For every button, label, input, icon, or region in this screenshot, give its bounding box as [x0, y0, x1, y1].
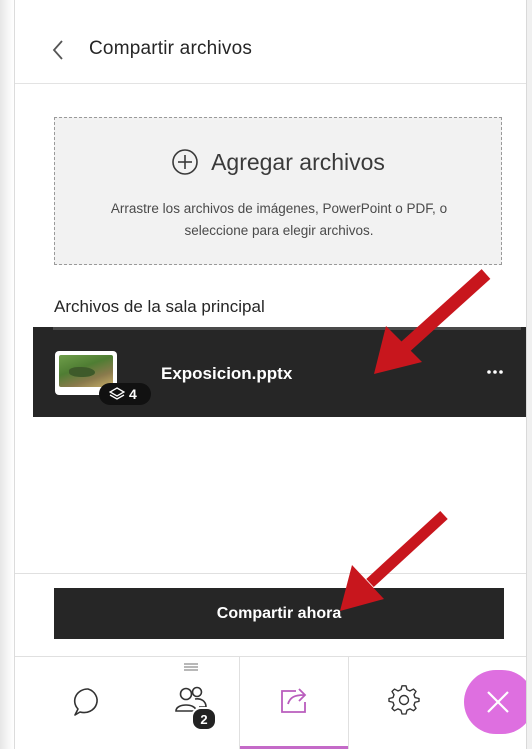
share-files-panel: Compartir archivos Agregar archivos Arra… — [14, 0, 532, 749]
nav-settings-button[interactable] — [349, 657, 459, 749]
thumbnail-image — [59, 355, 113, 387]
layers-icon — [109, 387, 125, 400]
close-session-button[interactable] — [464, 670, 532, 734]
more-options-icon[interactable] — [485, 367, 505, 377]
footer-divider — [15, 573, 527, 574]
window-right-edge — [526, 0, 532, 749]
window-left-shadow — [0, 0, 14, 749]
file-name: Exposicion.pptx — [161, 364, 293, 383]
panel-title: Compartir archivos — [89, 38, 253, 59]
nav-chat-button[interactable] — [33, 657, 143, 749]
add-files-dropzone[interactable]: Agregar archivos Arrastre los archivos d… — [54, 117, 502, 265]
chat-bubble-icon — [73, 688, 98, 716]
share-icon — [281, 688, 307, 713]
add-files-row: Agregar archivos — [55, 148, 501, 176]
bottom-navigation: 2 — [15, 656, 532, 749]
slide-count-badge: 4 — [99, 383, 151, 405]
nav-attendees-button[interactable]: 2 — [143, 657, 239, 749]
file-item-top-edge — [53, 327, 521, 330]
files-section-title: Archivos de la sala principal — [54, 297, 265, 316]
file-item[interactable]: 4 Exposicion.pptx — [33, 327, 532, 417]
drag-handle-icon — [184, 663, 198, 671]
nav-share-button[interactable] — [239, 657, 349, 749]
attendees-count-badge: 2 — [191, 707, 217, 731]
panel-header: Compartir archivos — [15, 0, 527, 84]
share-now-button[interactable]: Compartir ahora — [54, 588, 504, 639]
plus-circle-icon — [172, 149, 198, 175]
add-files-label: Agregar archivos — [211, 148, 385, 175]
close-icon — [487, 691, 509, 713]
gear-icon — [388, 685, 420, 715]
chevron-left-icon[interactable] — [51, 38, 65, 62]
dropzone-hint: Arrastre los archivos de imágenes, Power… — [110, 201, 448, 238]
slide-count: 4 — [129, 386, 137, 402]
